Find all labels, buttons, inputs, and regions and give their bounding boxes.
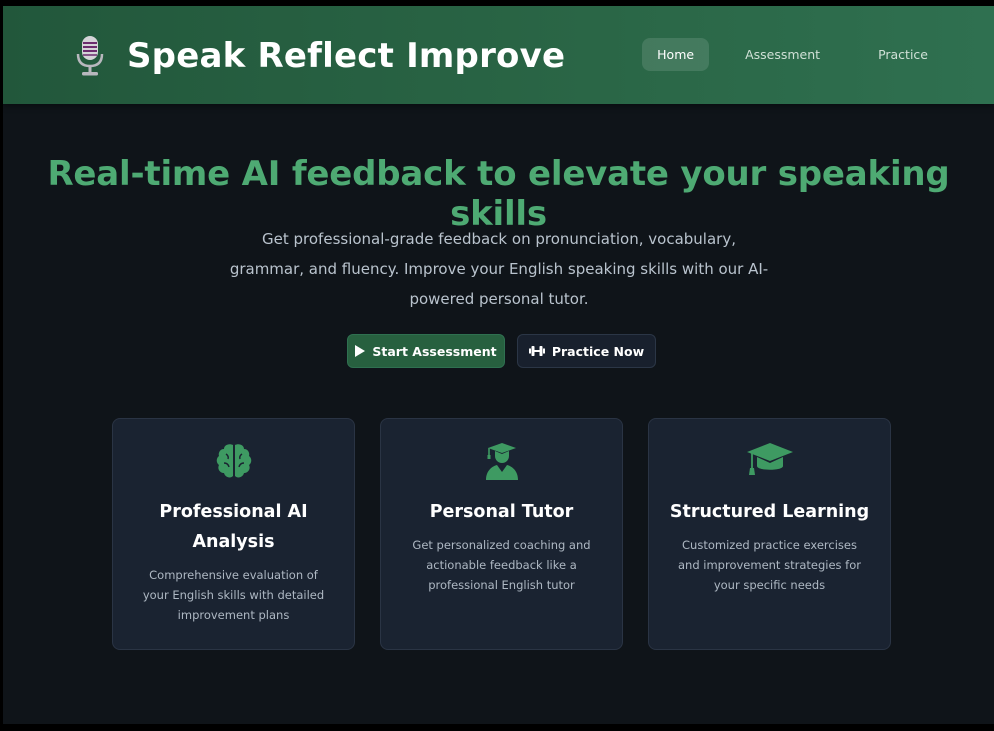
user-graduate-icon — [485, 443, 518, 480]
app-window: Speak Reflect Improve Home Assessment Pr… — [3, 6, 994, 724]
hero-description: Get professional-grade feedback on pronu… — [229, 230, 769, 308]
feature-card-structured-learning: Structured Learning Customized practice … — [648, 418, 891, 650]
app-title: Speak Reflect Improve — [127, 36, 566, 76]
feature-card-ai-analysis: Professional AI Analysis Comprehensive e… — [112, 418, 355, 650]
feature-description: Get personalized coaching and actionable… — [412, 538, 591, 592]
feature-title: Structured Learning — [669, 502, 870, 522]
hero-title: Real-time AI feedback to elevate your sp… — [47, 154, 950, 234]
feature-cards: Professional AI Analysis Comprehensive e… — [112, 418, 891, 650]
nav-assessment[interactable]: Assessment — [723, 38, 842, 71]
play-icon — [355, 345, 366, 357]
feature-description: Customized practice exercises and improv… — [677, 538, 861, 592]
microphone-icon — [76, 36, 104, 76]
feature-title: Professional AI Analysis — [159, 502, 308, 552]
brain-icon — [216, 444, 251, 478]
brand[interactable]: Speak Reflect Improve — [75, 32, 565, 80]
feature-description: Comprehensive evaluation of your English… — [142, 568, 325, 622]
dumbbell-icon — [528, 346, 545, 356]
hero-actions: Start Assessment Practice Now — [347, 334, 656, 368]
start-assessment-button[interactable]: Start Assessment — [347, 334, 505, 368]
practice-now-button[interactable]: Practice Now — [517, 334, 656, 368]
nav-practice[interactable]: Practice — [856, 38, 950, 71]
feature-card-personal-tutor: Personal Tutor Get personalized coaching… — [380, 418, 623, 650]
practice-now-label: Practice Now — [551, 343, 645, 359]
graduation-cap-icon — [746, 443, 793, 475]
start-assessment-label: Start Assessment — [372, 343, 497, 359]
nav-home[interactable]: Home — [642, 38, 710, 71]
main-nav: Home Assessment Practice — [642, 38, 950, 71]
top-header: Speak Reflect Improve Home Assessment Pr… — [3, 6, 994, 104]
feature-title: Personal Tutor — [429, 502, 574, 522]
